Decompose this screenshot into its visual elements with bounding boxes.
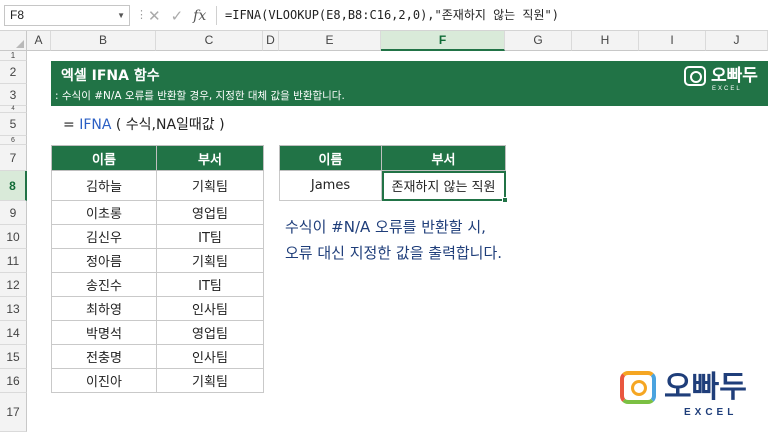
syntax-eq: =	[63, 117, 75, 133]
syntax-line: = IFNA ( 수식,NA일때값 )	[63, 114, 225, 134]
row-header-16[interactable]: 16	[0, 369, 27, 393]
cell-dept[interactable]: IT팀	[156, 224, 264, 249]
lookup-table: 이름 부서 James 존재하지 않는 직원	[279, 145, 506, 201]
cell-dept[interactable]: 기획팀	[156, 170, 264, 201]
cancel-icon[interactable]: ✕	[148, 7, 161, 25]
header-name[interactable]: 이름	[51, 145, 157, 171]
column-header-b[interactable]: B	[51, 31, 156, 51]
more-icon: ⋮	[136, 8, 147, 21]
column-header-j[interactable]: J	[706, 31, 768, 51]
column-header-i[interactable]: I	[639, 31, 706, 51]
table-row: 이진아 기획팀	[51, 368, 264, 393]
table-row: 이초롱 영업팀	[51, 200, 264, 225]
logo-large: 오빠두	[620, 371, 747, 404]
row-header-1[interactable]: 1	[0, 51, 27, 61]
cell-dept[interactable]: 인사팀	[156, 296, 264, 321]
table-row: 박명석 영업팀	[51, 320, 264, 345]
syntax-args: ( 수식,NA일때값 )	[115, 117, 225, 133]
table-row: 최하영 인사팀	[51, 296, 264, 321]
description-line-2: 오류 대신 지정한 값을 출력합니다.	[285, 244, 503, 262]
row-header-12[interactable]: 12	[0, 273, 27, 297]
cell-dept[interactable]: 인사팀	[156, 344, 264, 369]
table-row: 김하늘 기획팀	[51, 170, 264, 201]
table-row: 김신우 IT팀	[51, 224, 264, 249]
logo-large-sub: EXCEL	[684, 407, 738, 418]
row-header-9[interactable]: 9	[0, 201, 27, 225]
cell-name[interactable]: 김신우	[51, 224, 157, 249]
cell-dept[interactable]: 영업팀	[156, 320, 264, 345]
table-row: 송진수 IT팀	[51, 272, 264, 297]
column-header-f[interactable]: F	[381, 31, 505, 51]
fx-icon[interactable]: fx	[193, 8, 206, 24]
cell-name[interactable]: 이초롱	[51, 200, 157, 225]
row-header-17[interactable]: 17	[0, 393, 27, 432]
name-box-value: F8	[10, 8, 25, 22]
logo-sub: EXCEL	[712, 86, 742, 92]
page-subtitle: : 수식이 #N/A 오류를 반환할 경우, 지정한 대체 값을 반환합니다.	[55, 90, 345, 102]
chevron-down-icon[interactable]: ▼	[117, 6, 125, 25]
row-header-14[interactable]: 14	[0, 321, 27, 345]
column-header-e[interactable]: E	[279, 31, 381, 51]
logo-brand: 오빠두	[711, 66, 758, 86]
row-header-8[interactable]: 8	[0, 171, 27, 201]
syntax-function: IFNA	[79, 117, 112, 133]
row-header-15[interactable]: 15	[0, 345, 27, 369]
formula-bar: F8 ▼ ⋮ ✕ ✓ fx =IFNA(VLOOKUP(E8,B8:C16,2,…	[0, 0, 768, 31]
row-header-6[interactable]: 6	[0, 136, 27, 145]
row-header-3[interactable]: 3	[0, 84, 27, 106]
cell-name[interactable]: 김하늘	[51, 170, 157, 201]
row-header-10[interactable]: 10	[0, 225, 27, 249]
header-dept[interactable]: 부서	[156, 145, 264, 171]
row-header-13[interactable]: 13	[0, 297, 27, 321]
cell-name[interactable]: 이진아	[51, 368, 157, 393]
lookup-cell-name[interactable]: James	[279, 170, 382, 201]
enter-icon[interactable]: ✓	[171, 7, 184, 25]
cell-name[interactable]: 박명석	[51, 320, 157, 345]
cell-dept[interactable]: IT팀	[156, 272, 264, 297]
table-row: James 존재하지 않는 직원	[279, 170, 506, 201]
cell-name[interactable]: 정아름	[51, 248, 157, 273]
cell-name[interactable]: 최하영	[51, 296, 157, 321]
lookup-header-name[interactable]: 이름	[279, 145, 382, 171]
column-header-d[interactable]: D	[263, 31, 279, 51]
row-header-4[interactable]: 4	[0, 106, 27, 113]
formula-input[interactable]: =IFNA(VLOOKUP(E8,B8:C16,2,0),"존재하지 않는 직원…	[225, 6, 559, 25]
row-header-11[interactable]: 11	[0, 249, 27, 273]
row-header-7[interactable]: 7	[0, 145, 27, 171]
cell-name[interactable]: 전충명	[51, 344, 157, 369]
employee-table: 이름 부서 김하늘 기획팀 이초롱 영업팀 김신우 IT팀 정아름 기획팀 송진…	[51, 145, 264, 393]
name-box[interactable]: F8 ▼	[4, 5, 130, 26]
lookup-header-dept[interactable]: 부서	[381, 145, 506, 171]
divider	[216, 6, 217, 25]
description: 수식이 #N/A 오류를 반환할 시, 오류 대신 지정한 값을 출력합니다.	[285, 214, 502, 266]
description-line-1: 수식이 #N/A 오류를 반환할 시,	[285, 218, 486, 236]
column-header-c[interactable]: C	[156, 31, 263, 51]
camera-logo-icon	[684, 66, 706, 86]
camera-logo-icon	[620, 371, 656, 404]
fill-handle[interactable]	[502, 197, 508, 203]
column-header-g[interactable]: G	[505, 31, 572, 51]
row-header-2[interactable]: 2	[0, 61, 27, 84]
cell-name[interactable]: 송진수	[51, 272, 157, 297]
logo: 오빠두	[684, 66, 758, 86]
logo-large-brand: 오빠두	[664, 369, 747, 405]
column-header-a[interactable]: A	[27, 31, 51, 51]
column-header-h[interactable]: H	[572, 31, 639, 51]
select-all-button[interactable]	[0, 31, 27, 51]
lookup-cell-result[interactable]: 존재하지 않는 직원	[381, 170, 506, 201]
page-title: 엑셀 IFNA 함수	[61, 68, 160, 84]
cell-dept[interactable]: 영업팀	[156, 200, 264, 225]
row-header-5[interactable]: 5	[0, 113, 27, 136]
table-row: 전충명 인사팀	[51, 344, 264, 369]
table-row: 정아름 기획팀	[51, 248, 264, 273]
cell-dept[interactable]: 기획팀	[156, 368, 264, 393]
cell-dept[interactable]: 기획팀	[156, 248, 264, 273]
